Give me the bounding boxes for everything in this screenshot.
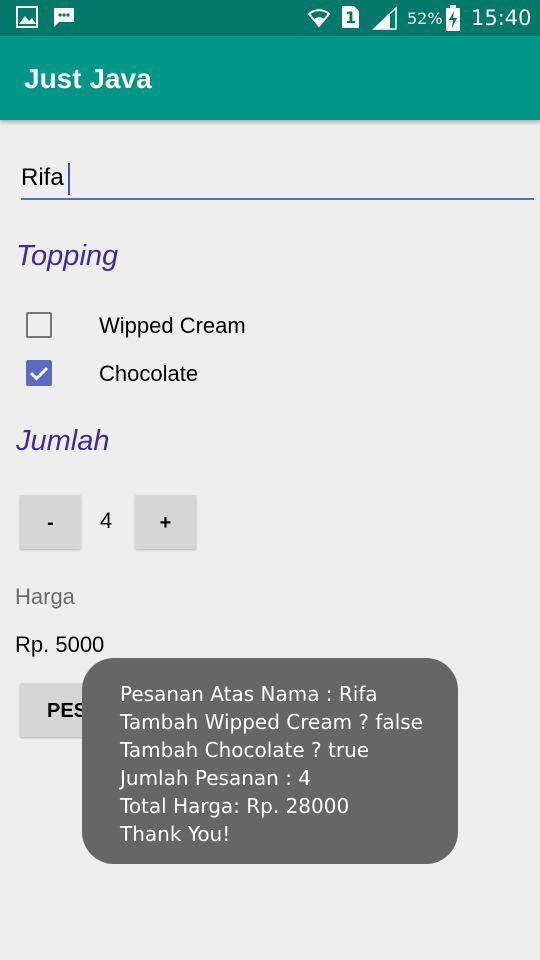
sim-slot-number: 1: [345, 8, 357, 27]
order-summary-toast: Pesanan Atas Nama : Rifa Tambah Wipped C…: [82, 658, 458, 864]
chocolate-checkbox[interactable]: [26, 360, 52, 386]
app-title: Just Java: [24, 63, 152, 94]
toast-line-total: Total Harga: Rp. 28000: [120, 794, 350, 818]
quantity-value: 4: [100, 508, 113, 533]
app-bar: Just Java: [0, 36, 540, 120]
battery-charging-icon: [446, 5, 460, 36]
increment-button[interactable]: +: [135, 495, 196, 549]
toast-line-chocolate: Tambah Chocolate ? true: [120, 738, 370, 762]
price-value: Rp. 5000: [15, 632, 105, 657]
status-bar: 1 52% 15:40: [0, 0, 540, 36]
gallery-icon: [16, 6, 38, 33]
toast-line-wipped-cream: Tambah Wipped Cream ? false: [120, 710, 423, 734]
toast-line-quantity: Jumlah Pesanan : 4: [120, 766, 312, 790]
wifi-icon: [306, 4, 332, 35]
jumlah-heading: Jumlah: [16, 425, 110, 457]
status-time: 15:40: [471, 6, 532, 30]
topping-heading: Topping: [16, 240, 119, 272]
price-label: Harga: [15, 584, 75, 609]
battery-percent: 52%: [407, 9, 443, 28]
message-icon: [52, 6, 76, 33]
text-cursor: [68, 163, 70, 195]
toast-line-thanks: Thank You!: [120, 822, 231, 846]
decrement-button[interactable]: -: [20, 495, 81, 549]
name-input[interactable]: [21, 158, 534, 200]
wipped-cream-checkbox[interactable]: [26, 312, 52, 338]
wipped-cream-label[interactable]: Wipped Cream: [99, 313, 246, 339]
signal-icon: [372, 6, 398, 35]
chocolate-label[interactable]: Chocolate: [99, 361, 198, 387]
check-icon: [29, 366, 49, 381]
toast-line-name: Pesanan Atas Nama : Rifa: [120, 682, 378, 706]
